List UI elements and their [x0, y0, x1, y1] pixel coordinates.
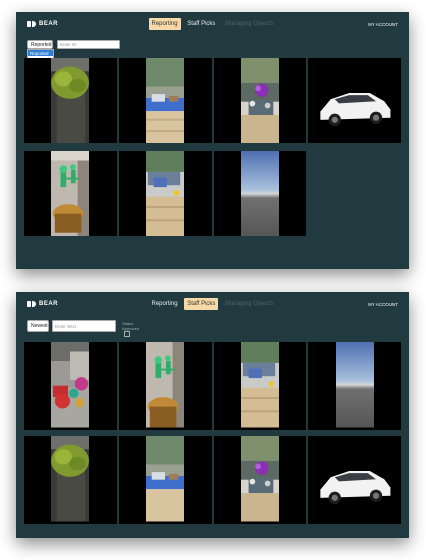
my-account-link[interactable]: MY ACCOUNT: [368, 22, 398, 27]
object-card[interactable]: [118, 436, 212, 524]
object-card[interactable]: [213, 342, 307, 430]
nav-tabs: Reporting Staff Picks Managing Objects: [16, 298, 409, 310]
white-car-thumbnail: [308, 58, 401, 143]
my-account-link[interactable]: MY ACCOUNT: [368, 302, 398, 307]
object-card[interactable]: [24, 151, 117, 236]
object-card[interactable]: [308, 342, 401, 430]
sky-horizon-thumbnail: [240, 151, 279, 236]
sort-select[interactable]: Newest ▾: [27, 320, 53, 332]
tab-reporting[interactable]: Reporting: [148, 18, 181, 30]
moss-plant-thumbnail: [51, 436, 90, 522]
tab-staff-picks[interactable]: Staff Picks: [184, 18, 218, 30]
object-card[interactable]: [118, 58, 212, 143]
blue-robot-thumbnail: [240, 342, 279, 428]
tab-managing-objects[interactable]: Managing Objects: [222, 18, 276, 30]
top-nav: BEAR Reporting Staff Picks Managing Obje…: [16, 292, 409, 318]
green-figures-thumbnail: [51, 151, 90, 236]
status-filter: Status Approved: [122, 321, 139, 337]
room-scene-thumbnail: [146, 58, 185, 143]
object-card[interactable]: [24, 436, 117, 524]
blue-robot-thumbnail: [146, 151, 185, 236]
object-card[interactable]: [213, 151, 307, 236]
status-filter-value: Reported: [31, 41, 52, 48]
reporting-panel: BEAR Reporting Staff Picks Managing Obje…: [16, 12, 409, 269]
room-scene-thumbnail: [146, 436, 185, 522]
object-card[interactable]: [118, 342, 212, 430]
id-search-input[interactable]: Enter ID: [57, 40, 120, 49]
moss-plant-thumbnail: [51, 58, 90, 143]
sort-value: Newest: [31, 323, 48, 329]
green-figures-thumbnail: [146, 342, 185, 428]
status-filter-select[interactable]: Reported ▾: [27, 40, 57, 49]
white-car-thumbnail: [308, 436, 401, 524]
purple-creature-thumbnail: [240, 58, 279, 143]
nav-tabs: Reporting Staff Picks Managing Objects: [16, 18, 409, 30]
object-card[interactable]: [24, 342, 117, 430]
purple-creature-thumbnail: [240, 436, 279, 522]
object-card[interactable]: [118, 151, 212, 236]
tab-managing-objects[interactable]: Managing Objects: [222, 298, 276, 310]
object-card[interactable]: [213, 436, 307, 524]
empty-grid-slot: [308, 151, 401, 236]
object-card[interactable]: [308, 58, 401, 143]
object-grid: [24, 58, 401, 236]
object-grid: [24, 342, 401, 524]
staff-picks-panel: BEAR Reporting Staff Picks Managing Obje…: [16, 292, 409, 538]
object-card[interactable]: [213, 58, 307, 143]
colorful-balls-thumbnail: [51, 342, 90, 428]
object-card[interactable]: [24, 58, 117, 143]
approved-checkbox[interactable]: [124, 331, 130, 337]
sku-search-input[interactable]: Enter SKU: [52, 320, 116, 332]
object-card[interactable]: [308, 436, 401, 524]
top-nav: BEAR Reporting Staff Picks Managing Obje…: [16, 12, 409, 38]
sky-horizon-thumbnail: [335, 342, 374, 428]
tab-staff-picks[interactable]: Staff Picks: [184, 298, 219, 310]
tab-reporting[interactable]: Reporting: [149, 298, 181, 310]
